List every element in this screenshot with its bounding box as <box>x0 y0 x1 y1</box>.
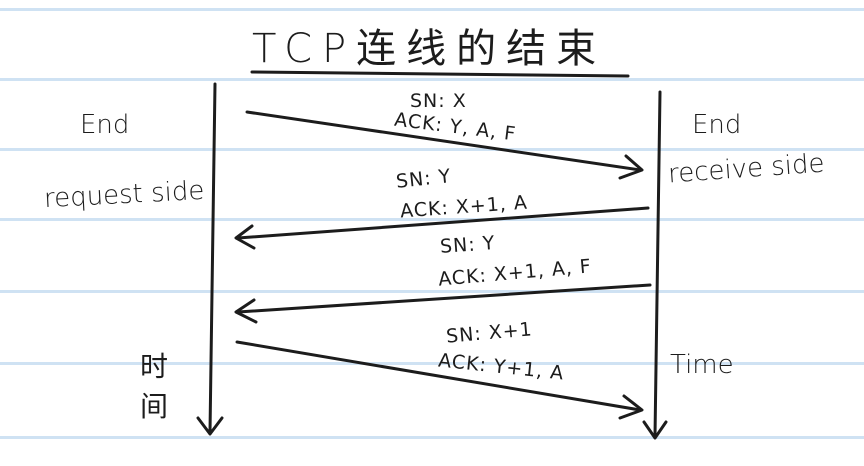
message-3-sn: SN: Y <box>439 232 497 258</box>
left-participant-label-line1: End <box>80 110 130 140</box>
notebook-page: { "title": "TCP连线的结束", "left_participant… <box>0 0 864 466</box>
left-time-label-char2: 间 <box>140 390 169 423</box>
left-time-label-char1: 时 <box>140 350 169 383</box>
message-1-sn: SN: X <box>410 90 467 112</box>
left-lifeline <box>208 82 217 434</box>
right-lifeline <box>653 90 662 438</box>
right-participant-label-line1: End <box>692 110 742 140</box>
page-title: TCP连线的结束 <box>252 26 607 72</box>
right-time-label: Time <box>670 350 734 380</box>
